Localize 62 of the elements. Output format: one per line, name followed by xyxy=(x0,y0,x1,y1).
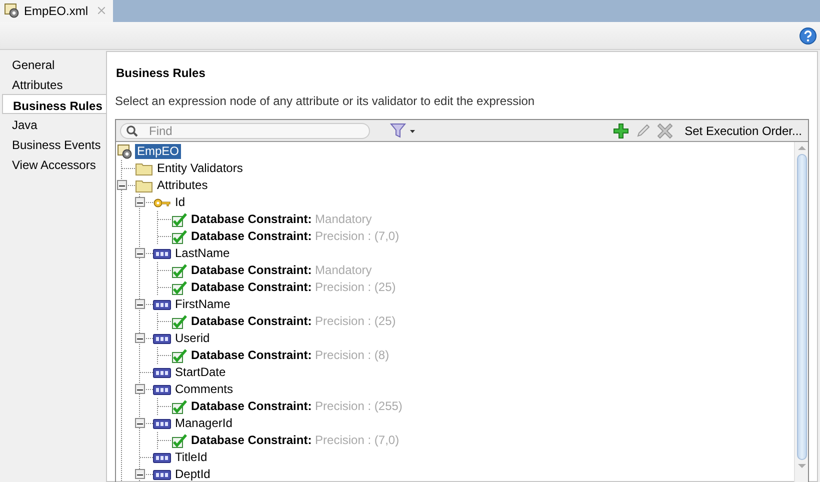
expander-icon[interactable] xyxy=(135,248,145,258)
check-icon xyxy=(171,228,187,244)
tree-node[interactable]: Attributes xyxy=(155,178,210,193)
constraint-label[interactable]: Database Constraint: Mandatory xyxy=(189,263,374,278)
check-icon xyxy=(171,314,187,330)
check-icon xyxy=(171,280,187,296)
tree-node[interactable]: FirstName xyxy=(173,297,232,312)
key-icon xyxy=(153,196,171,208)
constraint-label[interactable]: Database Constraint: Mandatory xyxy=(189,212,374,227)
attribute-icon xyxy=(153,452,171,462)
nav-item[interactable]: Business Rules xyxy=(2,94,106,114)
panel-title: Business Rules xyxy=(116,65,206,82)
tree-node[interactable]: Comments xyxy=(173,382,236,397)
filter-icon[interactable] xyxy=(390,122,416,138)
attribute-icon xyxy=(153,368,171,378)
attribute-icon xyxy=(153,470,171,480)
attribute-icon xyxy=(153,418,171,428)
set-execution-order-button[interactable]: Set Execution Order... xyxy=(684,122,802,140)
add-icon[interactable] xyxy=(612,122,629,138)
nav-item[interactable]: General xyxy=(0,54,106,74)
attribute-icon xyxy=(153,384,171,394)
expander-icon[interactable] xyxy=(117,180,127,190)
check-icon xyxy=(171,212,187,228)
tree-node[interactable]: EmpEO xyxy=(135,144,182,159)
constraint-label[interactable]: Database Constraint: Precision : (8) xyxy=(189,348,392,363)
find-field[interactable]: Find xyxy=(120,122,370,138)
expander-icon[interactable] xyxy=(135,418,145,428)
tree-node[interactable]: DeptId xyxy=(173,467,212,482)
search-icon xyxy=(126,124,138,136)
file-icon xyxy=(4,3,20,19)
constraint-label[interactable]: Database Constraint: Precision : (25) xyxy=(189,280,398,295)
attribute-icon xyxy=(153,248,171,258)
tree-node[interactable]: Entity Validators xyxy=(155,161,245,176)
expander-icon[interactable] xyxy=(135,384,145,394)
tree-node[interactable]: Userid xyxy=(173,331,212,346)
nav-item[interactable]: View Accessors xyxy=(0,154,106,174)
panel-description: Select an expression node of any attribute or its validator to edit the expression xyxy=(115,93,536,110)
attribute-icon xyxy=(153,334,171,344)
tree-node[interactable]: Id xyxy=(173,195,188,210)
tree-node[interactable]: LastName xyxy=(173,246,232,261)
expander-icon[interactable] xyxy=(135,197,145,207)
editor-tab[interactable]: EmpEO.xml xyxy=(0,0,114,22)
tree-node[interactable]: TitleId xyxy=(173,450,210,465)
check-icon xyxy=(171,398,187,414)
attribute-icon xyxy=(153,300,171,310)
expander-icon[interactable] xyxy=(135,299,145,309)
constraint-label[interactable]: Database Constraint: Precision : (25) xyxy=(189,314,398,329)
constraint-label[interactable]: Database Constraint: Precision : (7,0) xyxy=(189,433,402,448)
tree-node[interactable]: ManagerId xyxy=(173,416,234,431)
check-icon xyxy=(171,348,187,364)
nav-item[interactable]: Java xyxy=(0,114,106,134)
check-icon xyxy=(171,432,187,448)
tree-node[interactable]: StartDate xyxy=(173,365,228,380)
expander-icon[interactable] xyxy=(135,333,145,343)
folder-icon xyxy=(135,162,153,176)
help-icon[interactable] xyxy=(799,26,817,44)
constraint-label[interactable]: Database Constraint: Precision : (7,0) xyxy=(189,229,402,244)
constraint-label[interactable]: Database Constraint: Precision : (255) xyxy=(189,399,404,414)
nav-item[interactable]: Business Events xyxy=(0,134,106,154)
nav-item[interactable]: Attributes xyxy=(0,74,106,94)
expander-icon[interactable] xyxy=(135,469,145,479)
check-icon xyxy=(171,262,187,278)
